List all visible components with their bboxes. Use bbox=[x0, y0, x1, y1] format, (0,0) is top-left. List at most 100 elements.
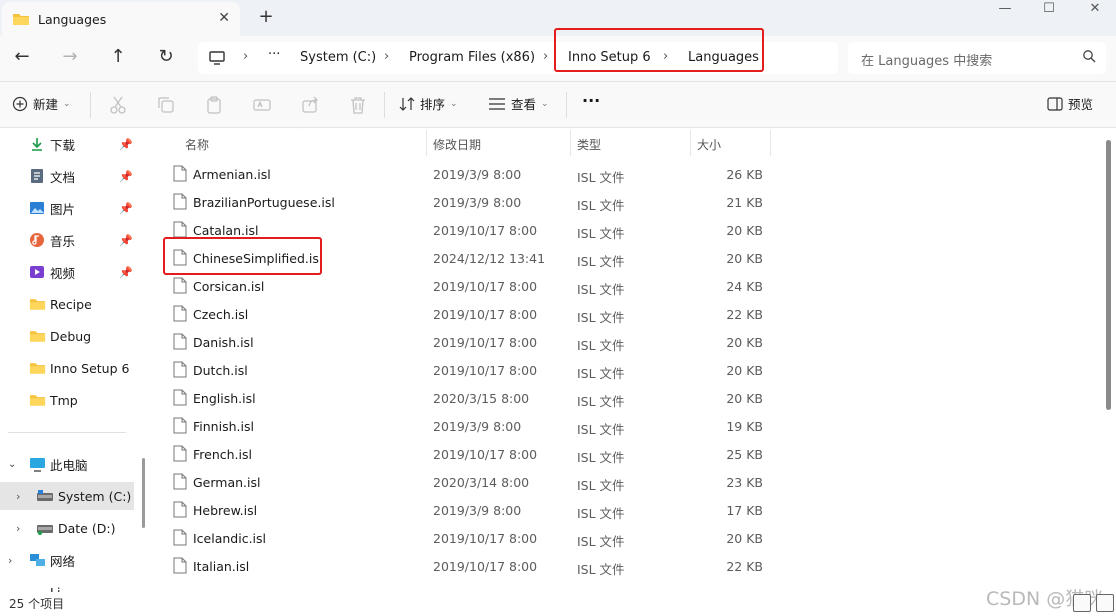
table-row[interactable]: Armenian.isl 2019/3/9 8:00 ISL 文件 26 KB bbox=[150, 160, 1110, 188]
file-icon bbox=[173, 193, 187, 210]
cut-icon[interactable] bbox=[107, 94, 129, 116]
column-header-size[interactable]: 大小 bbox=[697, 128, 721, 156]
sort-icon bbox=[399, 96, 415, 111]
new-button[interactable]: 新建 ⌄ bbox=[12, 94, 71, 113]
breadcrumb-more[interactable]: ··· bbox=[268, 47, 280, 62]
sidebar-item-label: 文档 bbox=[50, 169, 76, 185]
sidebar-divider bbox=[8, 432, 126, 433]
paste-icon[interactable] bbox=[203, 94, 225, 116]
file-name: Italian.isl bbox=[193, 559, 250, 574]
close-window-button[interactable]: ✕ bbox=[1072, 0, 1116, 22]
file-date: 2019/3/9 8:00 bbox=[433, 195, 522, 210]
sidebar-scrollbar[interactable] bbox=[142, 128, 146, 528]
column-header-name[interactable]: 名称 bbox=[185, 128, 209, 156]
more-options-button[interactable]: ··· bbox=[582, 91, 600, 110]
sidebar-item-label: 图片 bbox=[50, 201, 76, 217]
table-row[interactable]: Danish.isl 2019/10/17 8:00 ISL 文件 20 KB bbox=[150, 328, 1110, 356]
table-row[interactable]: French.isl 2019/10/17 8:00 ISL 文件 25 KB bbox=[150, 440, 1110, 468]
forward-button[interactable]: → bbox=[56, 46, 84, 70]
table-row[interactable]: Dutch.isl 2019/10/17 8:00 ISL 文件 20 KB bbox=[150, 356, 1110, 384]
table-row[interactable]: English.isl 2020/3/15 8:00 ISL 文件 20 KB bbox=[150, 384, 1110, 412]
breadcrumb-system-c[interactable]: System (C:) bbox=[300, 50, 376, 65]
table-row[interactable]: German.isl 2020/3/14 8:00 ISL 文件 23 KB bbox=[150, 468, 1110, 496]
pin-icon: 📌 bbox=[119, 201, 133, 215]
file-highlight-box bbox=[163, 237, 322, 275]
chevron-right-icon[interactable]: › bbox=[16, 490, 20, 503]
column-header-type[interactable]: 类型 bbox=[577, 128, 601, 156]
file-date: 2020/3/15 8:00 bbox=[433, 391, 530, 406]
sidebar-item-network[interactable]: › 网络 bbox=[0, 546, 140, 574]
tab-title: Languages bbox=[38, 11, 107, 27]
view-button[interactable]: 查看 ⌄ bbox=[488, 94, 549, 113]
file-list-scrollbar[interactable] bbox=[1106, 140, 1111, 410]
search-input[interactable]: 在 Languages 中搜索 bbox=[848, 42, 1106, 74]
breadcrumb-highlight-box bbox=[554, 28, 764, 72]
column-divider[interactable] bbox=[426, 130, 427, 156]
sidebar-item-pictures[interactable]: 图片 📌 bbox=[0, 194, 140, 222]
search-icon bbox=[1083, 50, 1096, 63]
up-button[interactable]: ↑ bbox=[104, 46, 132, 70]
view-label: 查看 bbox=[511, 97, 537, 112]
sidebar-item-recipe[interactable]: Recipe bbox=[0, 290, 140, 318]
table-row[interactable]: Czech.isl 2019/10/17 8:00 ISL 文件 22 KB bbox=[150, 300, 1110, 328]
table-row[interactable]: Finnish.isl 2019/3/9 8:00 ISL 文件 19 KB bbox=[150, 412, 1110, 440]
chevron-right-icon: › bbox=[384, 49, 390, 64]
breadcrumb-program-files[interactable]: Program Files (x86) bbox=[409, 50, 535, 65]
file-date: 2019/10/17 8:00 bbox=[433, 363, 538, 378]
sidebar-item-label: Recipe bbox=[50, 296, 92, 312]
computer-icon bbox=[30, 457, 45, 472]
details-view-button[interactable] bbox=[1073, 594, 1091, 612]
sidebar-item-documents[interactable]: 文档 📌 bbox=[0, 162, 140, 190]
command-bar: 新建 ⌄ 排序 ⌄ 查看 ⌄ ··· 预览 bbox=[0, 82, 1116, 128]
sidebar-scroll-thumb[interactable] bbox=[142, 458, 145, 528]
sort-button[interactable]: 排序 ⌄ bbox=[399, 94, 458, 113]
refresh-button[interactable]: ↻ bbox=[152, 46, 180, 70]
tab-close-icon[interactable]: ✕ bbox=[218, 10, 230, 26]
minimize-button[interactable]: — bbox=[982, 0, 1028, 22]
column-divider[interactable] bbox=[690, 130, 691, 156]
file-size: 21 KB bbox=[726, 195, 763, 210]
folder-icon bbox=[13, 14, 29, 25]
sidebar-item-tmp[interactable]: Tmp bbox=[0, 386, 140, 414]
sidebar-item-debug[interactable]: Debug bbox=[0, 322, 140, 350]
column-divider[interactable] bbox=[770, 130, 771, 156]
copy-icon[interactable] bbox=[155, 94, 177, 116]
file-date: 2019/10/17 8:00 bbox=[433, 559, 538, 574]
new-tab-button[interactable]: + bbox=[256, 6, 276, 27]
tab-languages[interactable]: Languages ✕ bbox=[2, 2, 240, 36]
sidebar-item-linux[interactable]: Li bbox=[0, 578, 140, 593]
tiles-view-button[interactable] bbox=[1096, 594, 1114, 612]
sidebar-item-this-pc[interactable]: ⌄ 此电脑 bbox=[0, 450, 140, 478]
table-row[interactable]: Italian.isl 2019/10/17 8:00 ISL 文件 22 KB bbox=[150, 552, 1110, 580]
table-row[interactable]: Icelandic.isl 2019/10/17 8:00 ISL 文件 20 KB bbox=[150, 524, 1110, 552]
table-row[interactable]: Hebrew.isl 2019/3/9 8:00 ISL 文件 17 KB bbox=[150, 496, 1110, 524]
delete-icon[interactable] bbox=[347, 94, 369, 116]
rename-icon[interactable] bbox=[251, 94, 273, 116]
navigation-pane: 下载 📌 文档 📌 图片 📌 音乐 📌 视频 📌 Recipe Debug In… bbox=[0, 128, 140, 592]
file-name: Catalan.isl bbox=[193, 223, 259, 238]
music-icon bbox=[30, 233, 44, 247]
column-divider[interactable] bbox=[570, 130, 571, 156]
file-type: ISL 文件 bbox=[577, 450, 625, 465]
file-date: 2019/10/17 8:00 bbox=[433, 307, 538, 322]
sidebar-item-inno-setup[interactable]: Inno Setup 6 bbox=[0, 354, 140, 382]
chevron-right-icon[interactable]: › bbox=[8, 554, 12, 567]
sidebar-item-drive-c[interactable]: › System (C:) bbox=[0, 482, 134, 510]
chevron-down-icon[interactable]: ⌄ bbox=[8, 459, 16, 470]
sidebar-item-music[interactable]: 音乐 📌 bbox=[0, 226, 140, 254]
file-date: 2019/3/9 8:00 bbox=[433, 503, 522, 518]
maximize-button[interactable]: ☐ bbox=[1026, 0, 1072, 22]
sidebar-item-downloads[interactable]: 下载 📌 bbox=[0, 130, 140, 158]
back-button[interactable]: ← bbox=[8, 46, 36, 70]
table-row[interactable]: BrazilianPortuguese.isl 2019/3/9 8:00 ISL … bbox=[150, 188, 1110, 216]
share-icon[interactable] bbox=[299, 94, 321, 116]
preview-pane-button[interactable]: 预览 bbox=[1047, 94, 1093, 113]
table-row[interactable]: Corsican.isl 2019/10/17 8:00 ISL 文件 24 KB bbox=[150, 272, 1110, 300]
sidebar-item-videos[interactable]: 视频 📌 bbox=[0, 258, 140, 286]
preview-label: 预览 bbox=[1068, 97, 1094, 112]
chevron-right-icon[interactable]: › bbox=[16, 522, 20, 535]
file-type: ISL 文件 bbox=[577, 282, 625, 297]
column-header-date[interactable]: 修改日期 bbox=[433, 128, 481, 156]
sidebar-item-drive-d[interactable]: › Date (D:) bbox=[0, 514, 140, 542]
sidebar-item-label: 音乐 bbox=[50, 233, 76, 249]
